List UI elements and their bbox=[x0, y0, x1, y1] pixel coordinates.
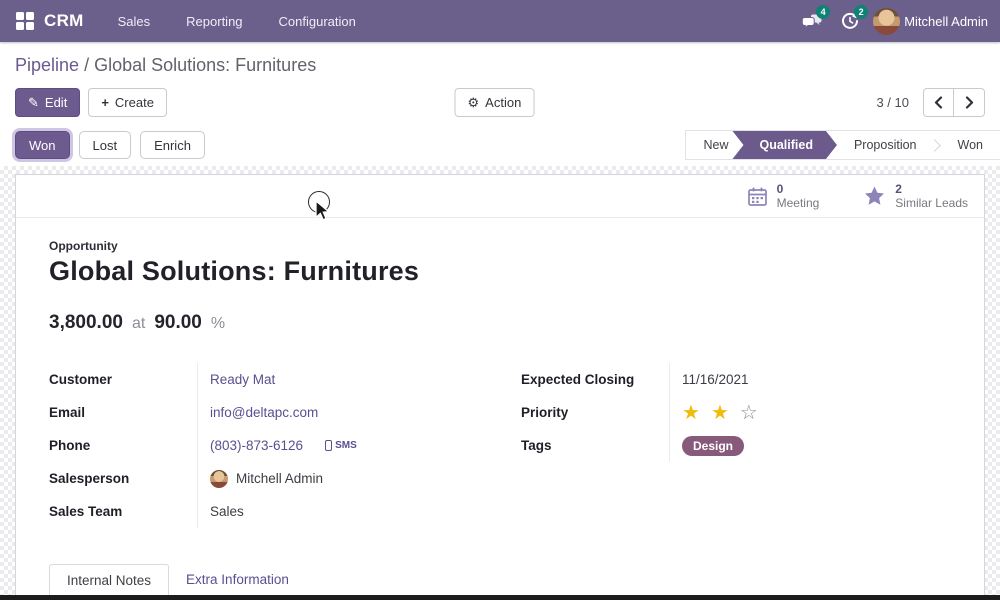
bottom-edge-bar bbox=[0, 595, 1000, 600]
menu-sales[interactable]: Sales bbox=[118, 14, 151, 29]
stage-statusbar: New Qualified Proposition Won bbox=[685, 130, 1000, 160]
sms-button[interactable]: SMS bbox=[325, 440, 357, 451]
similar-leads-stat-button[interactable]: 2 Similar Leads bbox=[863, 182, 968, 210]
breadcrumb-separator: / bbox=[84, 55, 89, 75]
similar-leads-count: 2 bbox=[895, 182, 968, 196]
form-view-background: 0 Meeting 2 Similar Leads Opportunity Gl bbox=[0, 166, 1000, 600]
tab-extra-information[interactable]: Extra Information bbox=[169, 564, 306, 596]
record-type-label: Opportunity bbox=[49, 239, 951, 253]
stage-proposition[interactable]: Proposition bbox=[837, 131, 934, 159]
stat-button-row: 0 Meeting 2 Similar Leads bbox=[16, 175, 984, 218]
probability-value: 90.00 bbox=[154, 312, 202, 334]
pager-previous-button[interactable] bbox=[923, 88, 954, 117]
mobile-phone-icon bbox=[325, 440, 332, 451]
similar-leads-label: Similar Leads bbox=[895, 196, 968, 210]
phone-label: Phone bbox=[49, 438, 197, 453]
activities-badge: 2 bbox=[854, 5, 868, 19]
sales-team-value[interactable]: Sales bbox=[210, 504, 244, 519]
priority-field: Priority ★ ★ ☆ bbox=[521, 396, 951, 429]
star-filled-icon[interactable]: ★ bbox=[682, 403, 700, 423]
notebook-tabs: Internal Notes Extra Information bbox=[49, 564, 951, 597]
toolbar: ✎ Edit + Create ⚙ Action 3 / 10 bbox=[15, 87, 985, 117]
pager-count: 3 / 10 bbox=[876, 95, 909, 110]
at-label: at bbox=[132, 315, 145, 333]
user-name: Mitchell Admin bbox=[904, 14, 988, 29]
meeting-label: Meeting bbox=[777, 196, 820, 210]
star-filled-icon[interactable]: ★ bbox=[711, 403, 729, 423]
chevron-left-icon bbox=[934, 96, 943, 109]
chevron-right-icon bbox=[965, 96, 974, 109]
phone-value-link[interactable]: (803)-873-6126 bbox=[210, 438, 303, 453]
user-menu[interactable]: Mitchell Admin bbox=[873, 8, 988, 35]
menu-reporting[interactable]: Reporting bbox=[186, 14, 242, 29]
salesperson-field: Salesperson Mitchell Admin bbox=[49, 462, 479, 495]
main-menu: Sales Reporting Configuration bbox=[118, 14, 356, 29]
priority-label: Priority bbox=[521, 405, 669, 420]
activities-button[interactable]: 2 bbox=[835, 6, 865, 36]
expected-closing-label: Expected Closing bbox=[521, 372, 669, 387]
plus-icon: + bbox=[101, 96, 109, 109]
form-sheet: Opportunity Global Solutions: Furnitures… bbox=[16, 218, 984, 597]
expected-revenue: 3,800.00 bbox=[49, 312, 123, 334]
gear-icon: ⚙ bbox=[468, 96, 480, 109]
record-card: 0 Meeting 2 Similar Leads Opportunity Gl bbox=[15, 174, 985, 600]
status-row: Won Lost Enrich New Qualified Propositio… bbox=[0, 130, 1000, 160]
customer-field: Customer Ready Mat bbox=[49, 363, 479, 396]
action-button[interactable]: ⚙ Action bbox=[455, 88, 535, 117]
sales-team-label: Sales Team bbox=[49, 504, 197, 519]
sales-team-field: Sales Team Sales bbox=[49, 495, 479, 528]
customer-value-link[interactable]: Ready Mat bbox=[210, 372, 275, 387]
opportunity-title: Global Solutions: Furnitures bbox=[49, 256, 951, 287]
email-value-link[interactable]: info@deltapc.com bbox=[210, 405, 318, 420]
pager-next-button[interactable] bbox=[954, 88, 985, 117]
tags-field: Tags Design bbox=[521, 429, 951, 462]
breadcrumb-pipeline-link[interactable]: Pipeline bbox=[15, 55, 79, 75]
expected-closing-value[interactable]: 11/16/2021 bbox=[682, 372, 749, 387]
email-label: Email bbox=[49, 405, 197, 420]
fields-right-column: Expected Closing 11/16/2021 Priority ★ ★ ☆… bbox=[521, 363, 951, 462]
stage-qualified[interactable]: Qualified bbox=[732, 131, 836, 159]
fields-left-column: Customer Ready Mat Email info@deltapc.co… bbox=[49, 363, 479, 528]
amount-row: 3,800.00 at 90.00 % bbox=[49, 312, 951, 334]
user-avatar bbox=[873, 8, 900, 35]
messages-badge: 4 bbox=[816, 5, 830, 19]
customer-label: Customer bbox=[49, 372, 197, 387]
menu-configuration[interactable]: Configuration bbox=[279, 14, 356, 29]
meetings-stat-button[interactable]: 0 Meeting bbox=[747, 182, 820, 210]
expected-closing-field: Expected Closing 11/16/2021 bbox=[521, 363, 951, 396]
breadcrumb: Pipeline / Global Solutions: Furnitures bbox=[15, 50, 985, 80]
breadcrumb-current: Global Solutions: Furnitures bbox=[94, 55, 316, 75]
salesperson-avatar bbox=[210, 470, 228, 488]
star-icon bbox=[863, 185, 886, 207]
tab-internal-notes[interactable]: Internal Notes bbox=[49, 564, 169, 597]
meeting-count: 0 bbox=[777, 182, 820, 196]
calendar-icon bbox=[747, 186, 768, 207]
apps-menu-icon[interactable] bbox=[16, 12, 34, 30]
mark-lost-button[interactable]: Lost bbox=[79, 131, 132, 159]
salesperson-value[interactable]: Mitchell Admin bbox=[236, 471, 323, 486]
stage-won[interactable]: Won bbox=[941, 131, 1000, 159]
tags-label: Tags bbox=[521, 438, 669, 453]
salesperson-label: Salesperson bbox=[49, 471, 197, 486]
fields-grid: Customer Ready Mat Email info@deltapc.co… bbox=[49, 363, 951, 528]
create-button[interactable]: + Create bbox=[88, 88, 167, 117]
percent-sign: % bbox=[211, 315, 225, 333]
phone-field: Phone (803)-873-6126 SMS bbox=[49, 429, 479, 462]
mark-won-button[interactable]: Won bbox=[15, 131, 70, 159]
tag-design[interactable]: Design bbox=[682, 436, 744, 456]
edit-button[interactable]: ✎ Edit bbox=[15, 88, 80, 117]
mouse-cursor bbox=[315, 200, 331, 222]
priority-stars: ★ ★ ☆ bbox=[669, 396, 951, 429]
app-name[interactable]: CRM bbox=[44, 11, 84, 31]
pencil-icon: ✎ bbox=[28, 96, 39, 109]
top-navbar: CRM Sales Reporting Configuration 4 bbox=[0, 0, 1000, 42]
pager: 3 / 10 bbox=[876, 88, 985, 117]
email-field: Email info@deltapc.com bbox=[49, 396, 479, 429]
control-panel: Pipeline / Global Solutions: Furnitures … bbox=[0, 42, 1000, 117]
messages-button[interactable]: 4 bbox=[797, 6, 827, 36]
enrich-button[interactable]: Enrich bbox=[140, 131, 205, 159]
star-empty-icon[interactable]: ☆ bbox=[740, 403, 758, 423]
